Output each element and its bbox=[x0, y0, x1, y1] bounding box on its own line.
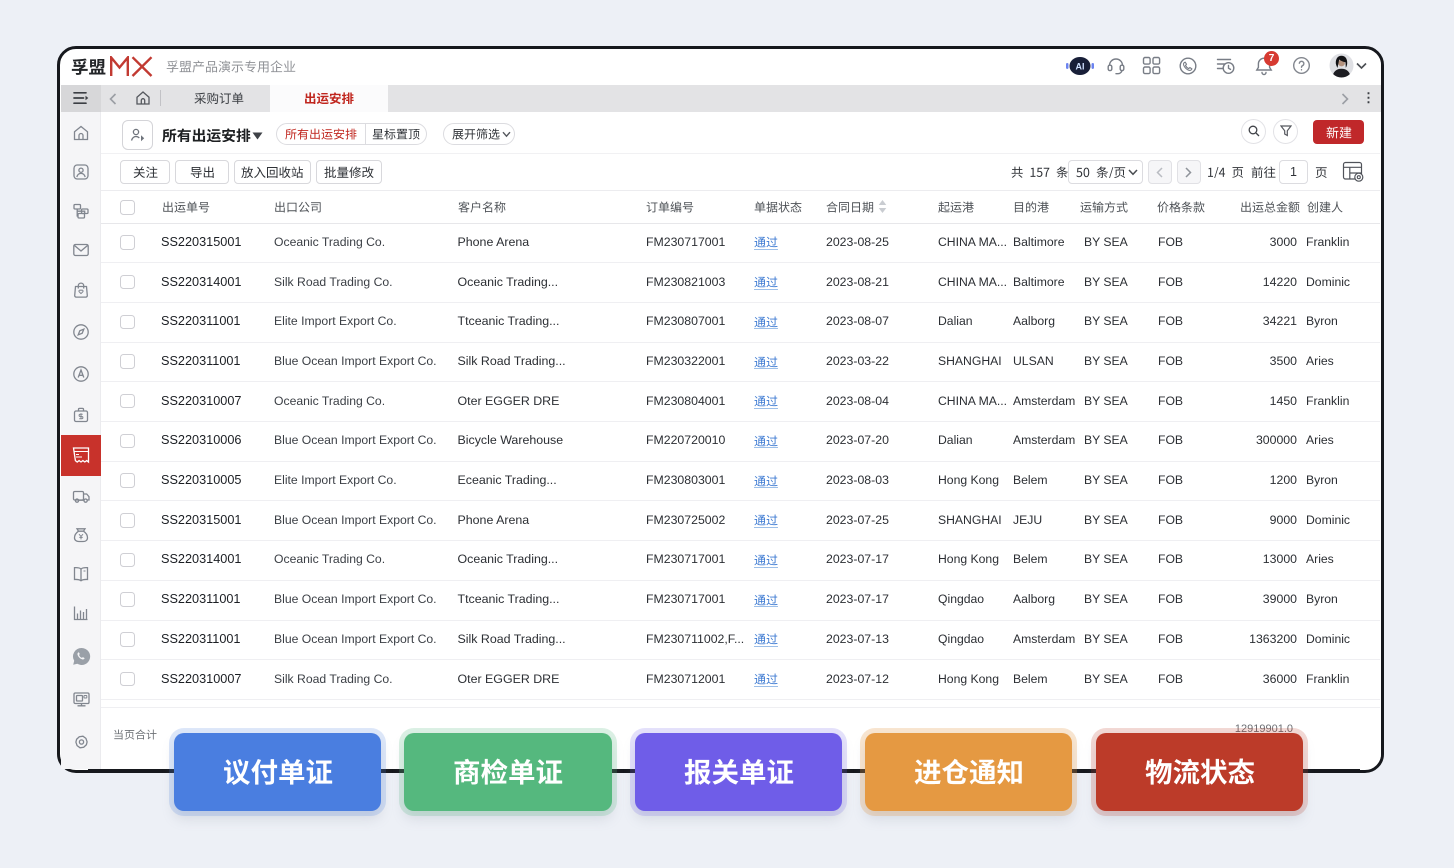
svg-text:AI: AI bbox=[1076, 62, 1085, 72]
